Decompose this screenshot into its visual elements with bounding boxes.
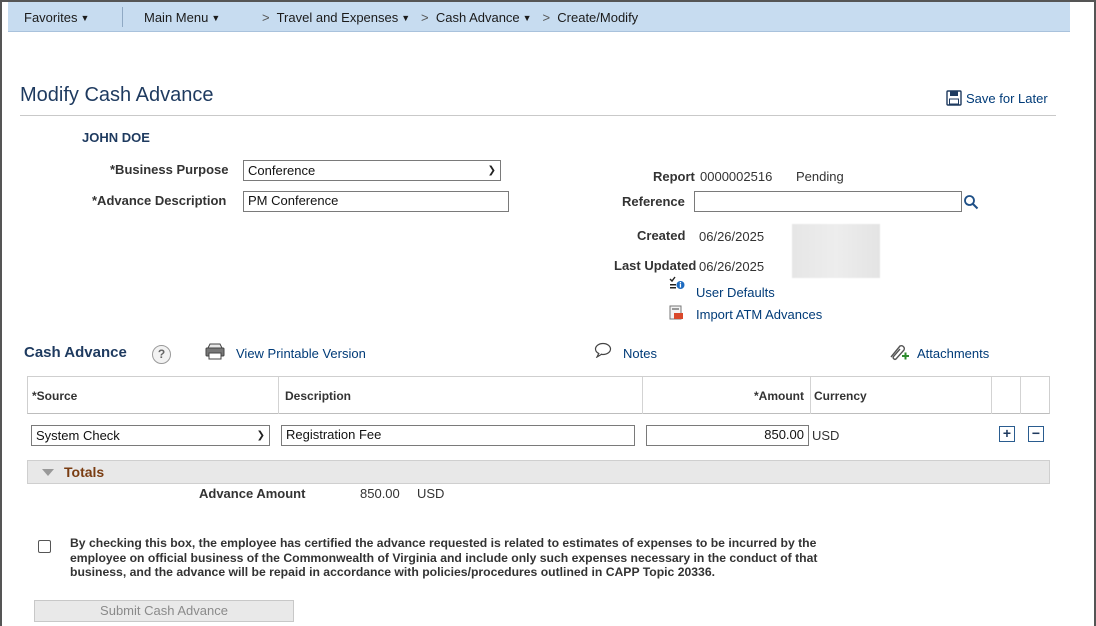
printer-icon[interactable]: [205, 343, 225, 360]
column-divider: [810, 377, 811, 414]
last-updated-label: Last Updated: [614, 258, 697, 273]
help-icon[interactable]: ?: [152, 345, 171, 364]
main-menu[interactable]: Main Menu ▼: [144, 10, 220, 25]
chevron-down-icon: ❯: [256, 430, 265, 441]
chevron-down-icon[interactable]: ▼: [401, 13, 410, 23]
title-divider: [20, 115, 1056, 116]
breadcrumb-create-modify[interactable]: Create/Modify: [557, 10, 638, 25]
favorites-caret-icon: ▼: [80, 13, 90, 23]
paperclip-plus-icon[interactable]: [887, 342, 911, 362]
redacted-image: [792, 224, 880, 278]
floppy-disk-icon: [946, 90, 962, 106]
view-printable-link[interactable]: View Printable Version: [236, 346, 366, 361]
column-divider: [991, 377, 992, 414]
column-header-amount: *Amount: [754, 389, 804, 403]
chevron-down-icon[interactable]: ▼: [523, 13, 532, 23]
collapse-triangle-icon: [42, 469, 54, 476]
column-divider: [1020, 377, 1021, 414]
report-number: 0000002516: [700, 169, 773, 184]
breadcrumb-arrow-icon: >: [262, 10, 270, 25]
delete-row-button[interactable]: −: [1028, 426, 1044, 442]
column-header-source: *Source: [32, 389, 78, 403]
svg-text:i: i: [679, 282, 681, 290]
import-icon: [669, 305, 683, 320]
advance-amount-label: Advance Amount: [199, 486, 306, 501]
breadcrumb-arrow-icon: >: [542, 10, 551, 25]
submit-cash-advance-button[interactable]: Submit Cash Advance: [34, 600, 294, 622]
import-atm-advances-link[interactable]: Import ATM Advances: [696, 307, 822, 322]
main-menu-caret-icon: ▼: [211, 13, 221, 23]
nav-divider: [122, 7, 123, 27]
amount-input[interactable]: 850.00: [646, 425, 809, 446]
breadcrumb-cash-advance[interactable]: Cash Advance: [436, 10, 520, 25]
business-purpose-label: *Business Purpose: [110, 162, 229, 177]
favorites-label: Favorites: [24, 10, 78, 25]
user-settings-icon: i: [669, 276, 685, 290]
last-updated-date: 06/26/2025: [699, 259, 765, 274]
source-value: System Check: [36, 428, 120, 443]
advance-description-label: *Advance Description: [92, 193, 227, 208]
attachments-link[interactable]: Attachments: [917, 346, 989, 361]
save-for-later-link[interactable]: Save for Later: [946, 90, 1048, 106]
cash-advance-section-title: Cash Advance: [24, 344, 127, 361]
speech-bubble-icon[interactable]: [594, 342, 612, 358]
source-select[interactable]: System Check ❯: [31, 425, 270, 446]
page-title: Modify Cash Advance: [20, 84, 214, 106]
advance-amount-value: 850.00: [360, 486, 400, 501]
report-status: Pending: [796, 169, 844, 184]
favorites-menu[interactable]: Favorites ▼: [24, 10, 89, 25]
cash-advance-grid-header: *Source Description *Amount Currency: [27, 376, 1050, 414]
totals-collapsible-header[interactable]: Totals: [27, 460, 1050, 484]
certification-text: By checking this box, the employee has c…: [70, 536, 818, 580]
business-purpose-value: Conference: [248, 163, 316, 178]
main-menu-label: Main Menu: [144, 10, 209, 25]
created-date: 06/26/2025: [699, 229, 765, 244]
column-header-description: Description: [285, 389, 352, 403]
notes-link[interactable]: Notes: [623, 346, 657, 361]
advance-amount-currency: USD: [417, 486, 445, 501]
currency-value: USD: [812, 428, 840, 443]
certification-checkbox[interactable]: [38, 540, 51, 553]
add-row-button[interactable]: +: [999, 426, 1015, 442]
advance-description-input[interactable]: PM Conference: [243, 191, 509, 212]
reference-label: Reference: [622, 194, 685, 209]
totals-title: Totals: [64, 464, 105, 480]
breadcrumb: > Travel and Expenses ▼ > Cash Advance ▼ >…: [262, 10, 638, 25]
created-label: Created: [637, 228, 686, 243]
column-divider: [278, 377, 279, 414]
business-purpose-select[interactable]: Conference ❯: [243, 160, 501, 181]
chevron-down-icon: ❯: [487, 165, 496, 176]
employee-name: JOHN DOE: [82, 130, 150, 145]
search-icon[interactable]: [963, 194, 979, 210]
column-divider: [642, 377, 643, 414]
save-for-later-label: Save for Later: [966, 90, 1048, 106]
column-header-currency: Currency: [814, 389, 867, 403]
top-nav-bar: Favorites ▼ Main Menu ▼ > Travel and Expen…: [8, 2, 1070, 32]
breadcrumb-travel[interactable]: Travel and Expenses: [277, 10, 399, 25]
report-label: Report: [653, 169, 695, 184]
description-input[interactable]: Registration Fee: [281, 425, 635, 446]
breadcrumb-arrow-icon: >: [421, 10, 429, 25]
user-defaults-link[interactable]: User Defaults: [696, 285, 775, 300]
reference-input[interactable]: [694, 191, 962, 212]
